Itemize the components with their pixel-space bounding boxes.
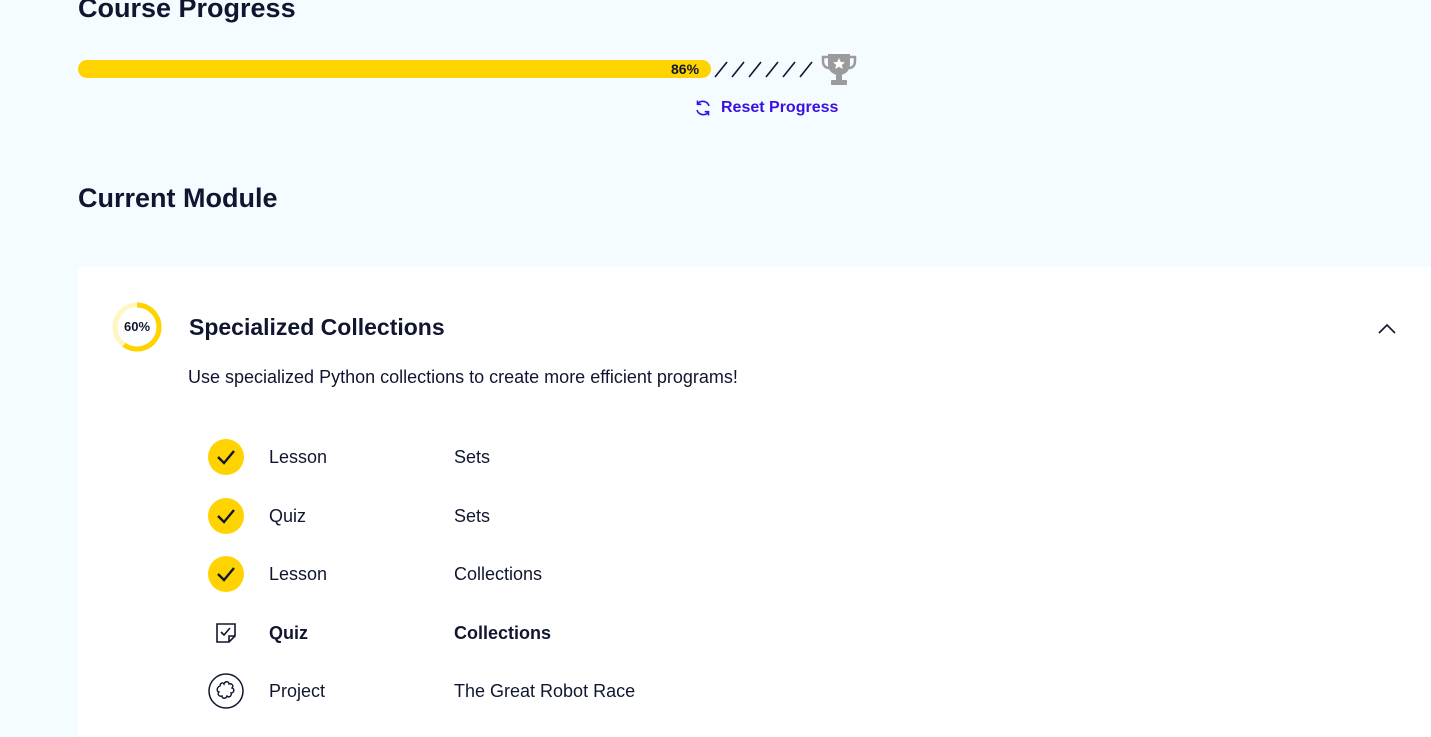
module-item-title: Sets xyxy=(454,505,491,526)
module-item[interactable]: Project The Great Robot Race xyxy=(206,671,906,711)
project-icon xyxy=(206,671,246,711)
course-progress-percent: 86% xyxy=(671,61,700,77)
module-item-type: Lesson xyxy=(269,563,328,584)
reset-progress-label: Reset Progress xyxy=(721,99,839,116)
remaining-progress-stripes xyxy=(714,61,813,78)
module-item[interactable]: Quiz Collections xyxy=(206,613,906,653)
module-item-title: The Great Robot Race xyxy=(454,680,636,701)
module-description: Use specialized Python collections to cr… xyxy=(188,367,738,387)
chevron-up-icon[interactable] xyxy=(1375,317,1399,341)
module-item[interactable]: Lesson Sets xyxy=(206,437,906,477)
module-item[interactable]: Quiz Sets xyxy=(206,496,906,536)
trophy-icon xyxy=(821,54,857,85)
module-item-title: Sets xyxy=(454,446,491,467)
module-item-title: Collections xyxy=(454,622,552,643)
check-icon xyxy=(206,496,246,536)
module-card: 60% Specialized Collections Use speciali… xyxy=(78,267,1431,737)
module-item-type: Quiz xyxy=(269,622,308,643)
refresh-icon xyxy=(696,100,710,116)
quiz-icon xyxy=(206,613,246,653)
module-item-title: Collections xyxy=(454,563,543,584)
module-title: Specialized Collections xyxy=(189,314,445,340)
module-progress-percent: 60% xyxy=(123,319,151,334)
course-progress-bar: 86% xyxy=(78,59,814,79)
check-icon xyxy=(206,437,246,477)
course-progress-title: Course Progress xyxy=(78,0,296,23)
module-item[interactable]: Lesson Collections xyxy=(206,554,906,594)
course-progress-fill xyxy=(78,60,711,78)
reset-progress-button[interactable]: Reset Progress xyxy=(693,97,838,119)
current-module-heading: Current Module xyxy=(78,183,278,213)
module-item-type: Project xyxy=(269,680,326,701)
module-item-type: Lesson xyxy=(269,446,328,467)
module-item-type: Quiz xyxy=(269,505,307,526)
check-icon xyxy=(206,554,246,594)
